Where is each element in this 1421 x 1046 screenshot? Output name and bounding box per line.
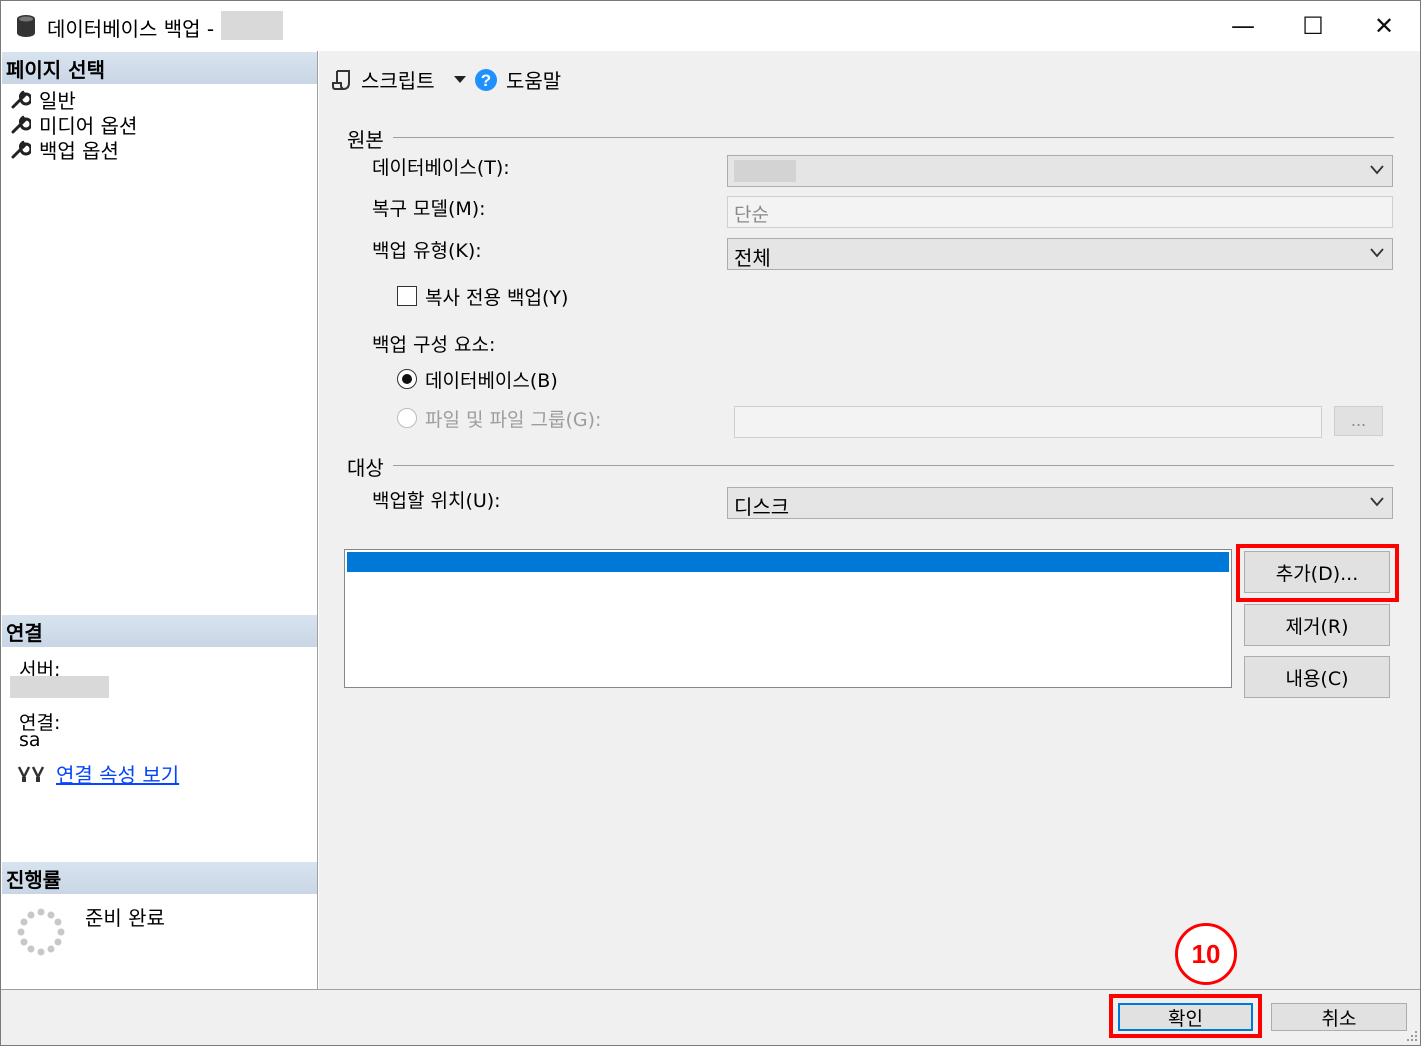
wrench-icon: [11, 115, 31, 133]
nav-item-backup-options[interactable]: 백업 옵션: [9, 135, 119, 164]
help-label: 도움말: [506, 69, 562, 93]
nav-item-label: 백업 옵션: [39, 139, 119, 163]
backup-component-label: 백업 구성 요소:: [372, 334, 496, 356]
connection-properties-icon: [17, 766, 45, 782]
database-icon: [17, 15, 35, 37]
minimize-button[interactable]: —: [1208, 1, 1278, 51]
backup-to-select[interactable]: 디스크: [727, 487, 1393, 519]
title-bar: 데이터베이스 백업 - — ☐ ✕: [1, 1, 1420, 51]
chevron-down-icon: [1370, 248, 1384, 258]
script-icon: [332, 69, 350, 90]
destination-group-title: 대상: [347, 456, 384, 480]
wrench-icon: [11, 90, 31, 108]
page-select-header: 페이지 선택: [2, 52, 317, 84]
database-label: 데이터베이스(T):: [372, 157, 510, 179]
left-pane: 페이지 선택 일반 미디어 옵션 백업 옵션 연결 서버: 연결: sa 연결 …: [1, 51, 318, 989]
backup-dialog: 데이터베이스 백업 - — ☐ ✕ 페이지 선택 일반 미디어 옵션 백업 옵션…: [0, 0, 1421, 1046]
progress-spinner-icon: [17, 908, 65, 956]
contents-button[interactable]: 내용(C): [1244, 656, 1390, 698]
add-button-highlight: [1236, 544, 1399, 602]
close-button[interactable]: ✕: [1349, 1, 1419, 51]
list-item[interactable]: [347, 552, 1229, 572]
window-title: 데이터베이스 백업 -: [47, 17, 215, 41]
database-select[interactable]: [727, 155, 1393, 187]
progress-status: 준비 완료: [85, 906, 165, 930]
remove-destination-button[interactable]: 제거(R): [1244, 604, 1390, 646]
component-database-radio[interactable]: [397, 369, 417, 389]
destination-list[interactable]: [344, 549, 1232, 688]
maximize-button[interactable]: ☐: [1278, 1, 1348, 51]
backup-type-value: 전체: [734, 246, 771, 270]
help-button[interactable]: ? 도움말: [474, 65, 561, 94]
script-button[interactable]: 스크립트: [331, 65, 467, 94]
files-browse-button[interactable]: ...: [1334, 406, 1383, 436]
copy-only-label: 복사 전용 백업(Y): [425, 287, 569, 309]
wrench-icon: [11, 140, 31, 158]
resize-grip-icon[interactable]: [1406, 1030, 1418, 1042]
recovery-model-label: 복구 모델(M):: [372, 198, 486, 220]
chevron-down-icon: [1370, 497, 1384, 507]
component-files-label: 파일 및 파일 그룹(G):: [425, 409, 602, 431]
script-label: 스크립트: [361, 69, 435, 93]
files-field: [734, 406, 1322, 438]
ok-button-highlight: [1109, 994, 1262, 1038]
connection-header: 연결: [2, 615, 317, 647]
component-files-radio[interactable]: [397, 408, 417, 428]
progress-header: 진행률: [2, 862, 317, 894]
redacted-database-value: [734, 160, 796, 182]
chevron-down-icon: [453, 75, 466, 83]
redacted-server-name: [10, 676, 109, 698]
recovery-model-field: 단순: [727, 196, 1393, 228]
copy-only-checkbox[interactable]: [397, 286, 417, 306]
cancel-button[interactable]: 취소: [1271, 1003, 1407, 1031]
connection-value: sa: [19, 729, 41, 751]
footer-bar: 확인 취소: [1, 989, 1420, 1045]
backup-to-label: 백업할 위치(U):: [372, 490, 501, 512]
step-number-badge: 10: [1175, 923, 1237, 985]
backup-to-value: 디스크: [734, 495, 790, 519]
main-pane: 스크립트 ? 도움말 원본 데이터베이스(T): 복구 모델(M): 단순 백업…: [319, 51, 1420, 989]
redacted-db-name: [221, 11, 283, 40]
source-group-title: 원본: [347, 128, 384, 152]
destination-divider: [393, 465, 1394, 466]
help-icon: ?: [475, 68, 497, 91]
svg-text:?: ?: [481, 71, 491, 90]
chevron-down-icon: [1370, 165, 1384, 175]
backup-type-label: 백업 유형(K):: [372, 240, 482, 262]
source-divider: [393, 137, 1394, 138]
view-connection-properties-link[interactable]: 연결 속성 보기: [56, 759, 179, 788]
backup-type-select[interactable]: 전체: [727, 238, 1393, 270]
component-database-label: 데이터베이스(B): [425, 370, 558, 392]
